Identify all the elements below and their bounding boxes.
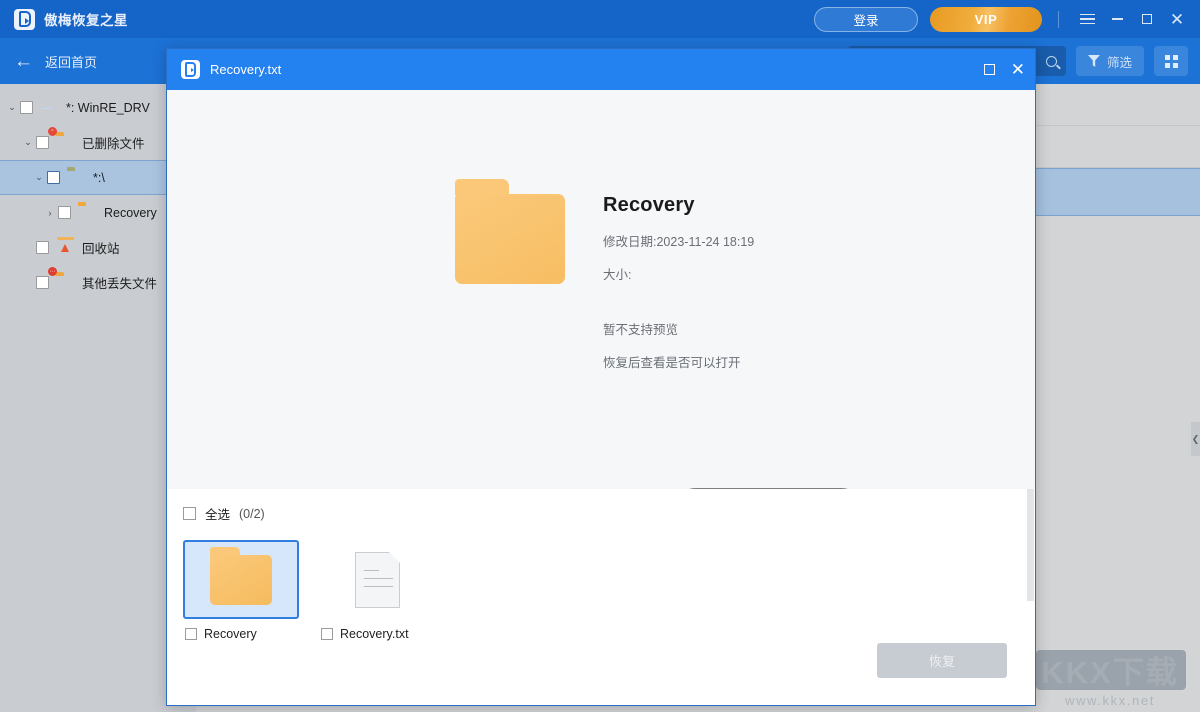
chevron-left-icon[interactable]: ❮ — [1191, 422, 1200, 456]
file-name: Recovery — [603, 194, 754, 217]
chevron-down-icon[interactable]: ⌄ — [20, 137, 36, 148]
document-icon — [355, 552, 400, 608]
thumbnail[interactable] — [319, 540, 435, 619]
select-all-count: (0/2) — [239, 507, 265, 521]
sidebar-item-label: 回收站 — [82, 238, 120, 257]
filter-label: 筛选 — [1107, 52, 1132, 71]
dialog-controls: ✕ — [984, 61, 1035, 78]
thumbnail[interactable] — [183, 540, 299, 619]
app-logo-icon — [14, 9, 35, 30]
watermark-sub: www.kkx.net — [1026, 693, 1194, 708]
close-icon[interactable]: ✕ — [1011, 61, 1025, 78]
select-all-checkbox[interactable] — [183, 507, 196, 520]
sidebar-item-checkbox[interactable] — [36, 276, 49, 289]
preview-area: Recovery 修改日期:2023-11-24 18:19 大小: 暂不支持预… — [167, 90, 1035, 489]
list-item[interactable]: Recovery.txt — [319, 540, 435, 641]
thumbnail-caption: Recovery — [183, 627, 299, 641]
folder-trash-icon: ▫ — [56, 135, 75, 151]
item-label: Recovery — [204, 627, 257, 641]
folder-large-icon — [455, 194, 565, 284]
folder-olive-icon — [67, 170, 86, 186]
chevron-down-icon[interactable]: ⌄ — [31, 172, 47, 183]
filter-button[interactable]: 筛选 — [1076, 46, 1144, 76]
title-bar: 傲梅恢复之星 登录 VIP ✕ — [0, 0, 1200, 38]
vip-button[interactable]: VIP — [930, 7, 1042, 32]
sidebar-item-checkbox[interactable] — [20, 101, 33, 114]
list-item[interactable]: Recovery — [183, 540, 299, 641]
item-checkbox[interactable] — [185, 628, 197, 640]
item-label: Recovery.txt — [340, 627, 409, 641]
preview-content: Recovery 修改日期:2023-11-24 18:19 大小: 暂不支持预… — [455, 194, 754, 371]
dialog-title-bar: Recovery.txt ✕ — [167, 49, 1035, 90]
sidebar-item-label: 其他丢失文件 — [82, 273, 157, 292]
minimize-icon[interactable] — [1102, 4, 1132, 34]
close-icon[interactable]: ✕ — [1162, 4, 1192, 34]
login-button[interactable]: 登录 — [814, 7, 918, 32]
grid-view-button[interactable] — [1154, 46, 1188, 76]
sidebar-item-checkbox[interactable] — [36, 241, 49, 254]
thumbnail-caption: Recovery.txt — [319, 627, 435, 641]
file-picker-area: 全选 (0/2) Recovery — [167, 489, 1035, 705]
no-preview-hint: 恢复后查看是否可以打开 — [603, 352, 754, 371]
chevron-right-icon[interactable]: › — [42, 208, 58, 218]
item-checkbox[interactable] — [321, 628, 333, 640]
maximize-icon[interactable] — [1132, 4, 1162, 34]
file-modified-date: 修改日期:2023-11-24 18:19 — [603, 231, 754, 250]
sidebar-item-label: Recovery — [104, 206, 157, 220]
app-title: 傲梅恢复之星 — [44, 9, 128, 29]
search-icon — [1046, 56, 1057, 67]
divider — [1058, 11, 1059, 28]
app-logo-icon — [181, 60, 200, 79]
select-all-row[interactable]: 全选 (0/2) — [167, 489, 1035, 523]
thumbnail-list: Recovery Recovery.txt — [167, 523, 1035, 641]
pane-action-button[interactable] — [1036, 650, 1186, 690]
sidebar-item-checkbox[interactable] — [58, 206, 71, 219]
sidebar-item-checkbox[interactable] — [36, 136, 49, 149]
hamburger-icon[interactable] — [1072, 4, 1102, 34]
file-meta: Recovery 修改日期:2023-11-24 18:19 大小: 暂不支持预… — [603, 194, 754, 371]
dialog-title: Recovery.txt — [210, 62, 281, 77]
preview-dialog: Recovery.txt ✕ Recovery 修改日期:2023-11-24 … — [166, 48, 1036, 706]
maximize-icon[interactable] — [984, 64, 995, 75]
no-preview-message: 暂不支持预览 — [603, 319, 754, 338]
file-size: 大小: — [603, 264, 754, 283]
app-window: 傲梅恢复之星 登录 VIP ✕ ← 返回首页 筛选 — [0, 0, 1200, 712]
scrollbar-thumb[interactable] — [1027, 489, 1034, 601]
grid-view-icon — [1165, 55, 1178, 68]
arrow-left-icon: ← — [14, 52, 33, 71]
chevron-down-icon[interactable]: ⌄ — [4, 102, 20, 113]
scrollbar[interactable] — [1027, 489, 1034, 705]
sidebar-item-label: 已删除文件 — [82, 133, 145, 152]
back-home-label: 返回首页 — [45, 52, 97, 71]
funnel-icon — [1088, 55, 1100, 67]
hamburger-glyph — [1080, 14, 1095, 25]
back-home-button[interactable]: ← 返回首页 — [0, 52, 97, 71]
spacer — [603, 283, 754, 305]
app-brand: 傲梅恢复之星 — [0, 9, 128, 30]
select-all-label: 全选 — [205, 504, 230, 523]
restore-button[interactable]: 恢复 — [877, 643, 1007, 678]
folder-icon — [210, 555, 272, 605]
sidebar-item-label: *:\ — [93, 171, 105, 185]
sidebar-item-label: *: WinRE_DRV — [66, 101, 150, 115]
title-bar-controls: 登录 VIP ✕ — [814, 4, 1200, 34]
recycle-bin-icon — [56, 240, 75, 256]
folder-icon — [78, 205, 97, 221]
drive-icon — [40, 100, 59, 116]
folder-dots-icon: ⋯ — [56, 275, 75, 291]
sidebar-item-checkbox[interactable] — [47, 171, 60, 184]
